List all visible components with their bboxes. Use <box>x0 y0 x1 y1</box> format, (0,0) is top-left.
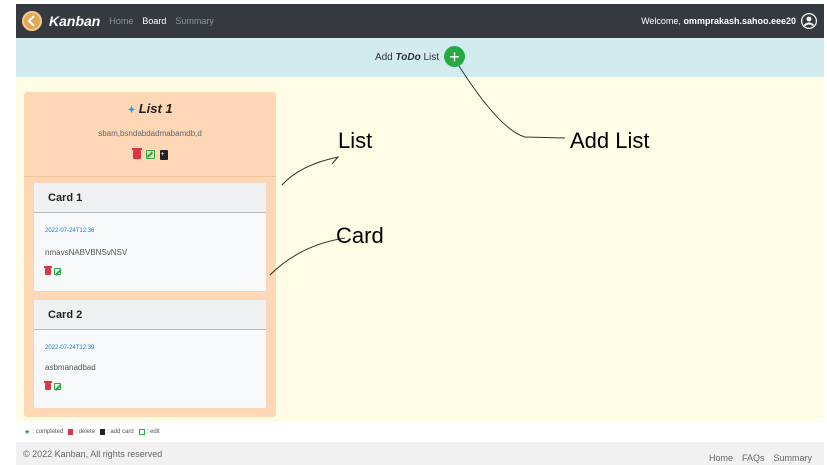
file-plus-icon <box>100 429 105 435</box>
list-description: sbam,bsndabdadmabamdb,d <box>98 129 202 138</box>
footer-link-summary[interactable]: Summary <box>773 453 812 463</box>
list-title-text: List 1 <box>138 101 173 116</box>
add-list-bar: Add ToDo List + <box>16 38 824 77</box>
plus-circle-icon: + <box>449 46 460 67</box>
card-title: Card 1 <box>34 183 266 213</box>
annotation-list: List <box>338 128 373 153</box>
edit-card-edit-icon[interactable] <box>54 268 61 275</box>
add-label-todo: ToDo <box>395 52 421 63</box>
footer-link-faqs[interactable]: FAQs <box>742 453 765 463</box>
brand[interactable]: Kanban <box>22 11 100 31</box>
list-column: ✦List 1 sbam,bsndabdadmabamdb,d Card 1 2… <box>24 92 276 417</box>
annotation-card: Card <box>336 223 384 248</box>
list-actions <box>24 148 276 160</box>
legend-edit: : edit <box>146 429 160 435</box>
user-circle-icon[interactable] <box>800 12 818 30</box>
brand-name: Kanban <box>49 13 101 29</box>
add-card-file-plus-icon[interactable] <box>159 150 168 160</box>
add-label-prefix: Add <box>374 52 393 63</box>
top-navbar: Kanban Home Board Summary Welcome, ommpr… <box>16 4 824 38</box>
card-title: Card 2 <box>34 300 266 330</box>
footer-links: Home FAQs Summary <box>709 453 812 463</box>
card-text: nmavsNABVBNSvNSV <box>45 248 128 257</box>
annotation-add-list: Add List <box>570 128 650 153</box>
list-title: ✦ List 1 <box>24 101 276 116</box>
delete-card-trash-icon[interactable] <box>44 266 52 275</box>
card[interactable]: Card 1 2022-07-24T12:36 nmavsNABVBNSvNSV <box>34 183 266 291</box>
footer-link-home[interactable]: Home <box>709 453 733 463</box>
welcome-prefix: Welcome, <box>641 16 681 26</box>
card-actions <box>44 266 61 275</box>
list-divider <box>24 176 276 177</box>
card-date: 2022-07-24T12:39 <box>45 345 95 351</box>
username: ommprakash.sahoo.eee20 <box>683 16 796 26</box>
icon-legend: ★ : completed : delete : add card : edit <box>24 428 160 436</box>
delete-card-trash-icon[interactable] <box>44 381 52 390</box>
add-label-suffix: List <box>423 52 440 63</box>
nav-link-summary[interactable]: Summary <box>175 16 214 26</box>
welcome-text: Welcome, ommprakash.sahoo.eee20 <box>641 16 796 26</box>
edit-list-edit-icon[interactable] <box>145 150 155 159</box>
kanban-logo-icon <box>22 11 42 31</box>
copyright: © 2022 Kanban, All rights reserved <box>23 448 163 459</box>
edit-card-edit-icon[interactable] <box>54 383 61 390</box>
add-list-label: Add ToDo List <box>375 52 439 63</box>
trash-icon <box>68 429 74 435</box>
footer: © 2022 Kanban, All rights reserved Home … <box>16 442 824 465</box>
pin-icon: ✦ <box>127 105 136 116</box>
legend-add-card: : add card <box>107 429 134 435</box>
delete-list-trash-icon[interactable] <box>131 148 142 159</box>
legend-delete: : delete <box>75 429 95 435</box>
board-area: ✦List 1 sbam,bsndabdadmabamdb,d Card 1 2… <box>16 77 824 422</box>
add-list-button[interactable]: + <box>444 46 466 67</box>
card-date: 2022-07-24T12:36 <box>45 228 95 234</box>
edit-icon <box>138 429 145 435</box>
legend-completed: : completed <box>32 429 64 435</box>
card[interactable]: Card 2 2022-07-24T12:39 asbmanadbad <box>34 300 266 408</box>
card-actions <box>44 381 61 390</box>
nav-link-home[interactable]: Home <box>109 16 133 26</box>
nav-link-board[interactable]: Board <box>142 16 166 26</box>
star-icon: ★ <box>24 429 31 436</box>
card-text: asbmanadbad <box>45 363 96 372</box>
